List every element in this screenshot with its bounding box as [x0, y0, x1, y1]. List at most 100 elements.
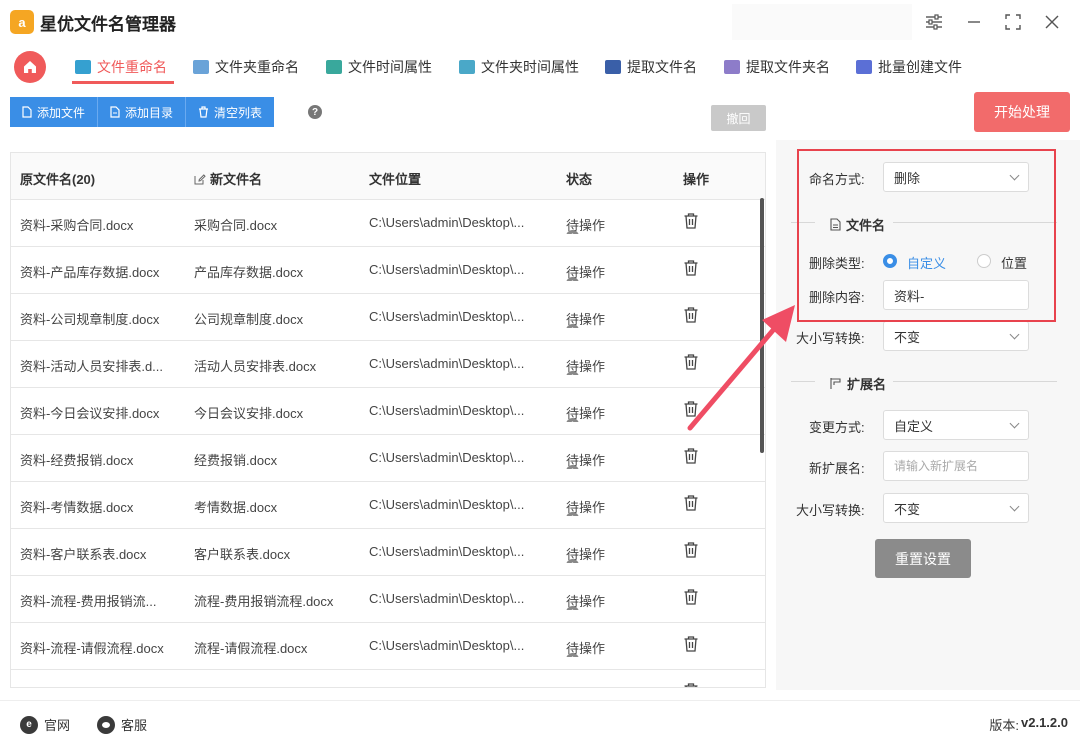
delete-row-button[interactable]	[683, 588, 699, 609]
extension-case-select[interactable]: 不变	[883, 493, 1029, 523]
table-row[interactable]: 资料-产品库存数据.docx 产品库存数据.docx C:\Users\admin\…	[11, 247, 765, 294]
table-body: 资料-采购合同.docx 采购合同.docx C:\Users\admin\Desk…	[11, 200, 765, 687]
original-filename: 资料-公司规章制度.docx	[20, 312, 160, 327]
footer: e 官网 客服 版本: v2.1.2.0	[0, 700, 1080, 746]
delete-row-button[interactable]	[683, 541, 699, 562]
trash-icon	[684, 448, 698, 464]
tab-file-time[interactable]: 文件时间属性	[326, 54, 432, 80]
delete-row-button[interactable]	[683, 682, 699, 687]
header-action: 操作	[683, 172, 710, 187]
tab-label: 提取文件名	[627, 59, 697, 75]
new-filename: 产品库存数据.docx	[194, 265, 304, 280]
new-filename: 客户联系表.docx	[194, 547, 291, 562]
original-filename: 资料-今日会议安排.docx	[20, 406, 160, 421]
add-directory-button[interactable]: 添加目录	[98, 97, 187, 127]
trash-icon	[684, 213, 698, 229]
header-original-name[interactable]: 原文件名(20)	[20, 169, 180, 188]
file-location: C:\Users\admin\Desktop\...	[369, 215, 525, 230]
original-filename: 资料-活动人员安排表.d...	[20, 359, 164, 374]
tab-batch-create[interactable]: 批量创建文件	[856, 54, 962, 80]
status-cell: i待操作	[566, 262, 605, 281]
close-icon[interactable]	[1040, 10, 1064, 34]
tab-folder-time[interactable]: 文件夹时间属性	[459, 54, 579, 80]
original-filename: 资料-产品库存数据.docx	[20, 265, 160, 280]
status-cell: i待操作	[566, 215, 605, 234]
reset-settings-button[interactable]: 重置设置	[875, 539, 971, 578]
change-mode-label: 变更方式:	[809, 420, 865, 435]
version-info: 版本: v2.1.2.0	[989, 715, 1068, 734]
home-button[interactable]	[14, 51, 46, 83]
original-filename: 资料-流程-费用报销流...	[20, 594, 157, 609]
support-link[interactable]: 客服	[97, 715, 147, 734]
maximize-icon[interactable]	[1001, 10, 1025, 34]
version-value: v2.1.2.0	[1021, 715, 1068, 730]
file-location: C:\Users\admin\Desktop\...	[369, 497, 525, 512]
delete-row-button[interactable]	[683, 635, 699, 656]
delete-row-button[interactable]	[683, 259, 699, 280]
file-location: C:\Users\admin\Desktop\...	[369, 591, 525, 606]
add-file-label: 添加文件	[37, 105, 86, 120]
header-new-name[interactable]: 新文件名	[194, 169, 354, 188]
tab-file-rename[interactable]: 文件重命名	[75, 54, 167, 80]
table-row[interactable]: 资料-流程-请假流程.docx 流程-请假流程.docx C:\Users\admi…	[11, 623, 765, 670]
tab-extract-foldername[interactable]: 提取文件夹名	[724, 54, 830, 80]
app-logo-icon: a	[10, 10, 34, 34]
tab-label: 批量创建文件	[878, 59, 962, 75]
table-header: 原文件名(20) 新文件名 文件位置 状态 操作	[11, 153, 765, 200]
minimize-icon[interactable]	[962, 10, 986, 34]
table-row[interactable]: 资料-公司规章制度.docx 公司规章制度.docx C:\Users\admin\…	[11, 294, 765, 341]
new-extension-label: 新扩展名:	[809, 461, 865, 476]
tab-label: 文件重命名	[97, 59, 167, 75]
table-row[interactable]: 资料-今日会议安排.docx 今日会议安排.docx C:\Users\admin\…	[11, 388, 765, 435]
settings-sliders-icon[interactable]	[922, 10, 946, 34]
trash-icon	[684, 495, 698, 511]
table-row[interactable]: 资料-采购合同.docx 采购合同.docx C:\Users\admin\Desk…	[11, 200, 765, 247]
folder-rename-icon	[193, 60, 209, 74]
extension-case-label: 大小写转换:	[796, 503, 865, 518]
delete-row-button[interactable]	[683, 212, 699, 233]
change-mode-select[interactable]: 自定义	[883, 410, 1029, 440]
clear-list-button[interactable]: 清空列表	[186, 97, 275, 127]
help-icon[interactable]: ?	[308, 105, 322, 119]
table-row[interactable]: 资料-经费报销.docx 经费报销.docx C:\Users\admin\Desk…	[11, 435, 765, 482]
new-filename: 流程-请假流程.docx	[194, 641, 308, 656]
new-extension-input[interactable]	[883, 451, 1029, 481]
version-label: 版本:	[989, 718, 1019, 733]
trash-icon	[199, 106, 209, 118]
website-icon: e	[20, 715, 38, 734]
extract-filename-icon	[605, 60, 621, 74]
undo-button[interactable]: 撤回	[711, 105, 766, 131]
status-cell: i待操作	[566, 497, 605, 516]
original-filename: 资料-客户联系表.docx	[20, 547, 147, 562]
add-file-button[interactable]: 添加文件	[10, 97, 99, 127]
tab-label: 文件夹重命名	[215, 59, 299, 75]
title-bar: a 星优文件名管理器	[0, 0, 1080, 44]
website-link[interactable]: e 官网	[20, 715, 70, 734]
header-new-name-label: 新文件名	[210, 172, 263, 187]
section-divider	[893, 381, 1057, 382]
chevron-down-icon	[1009, 501, 1020, 511]
table-row[interactable]: 资料-客户联系表.docx 客户联系表.docx C:\Users\admin\De…	[11, 529, 765, 576]
tab-extract-filename[interactable]: 提取文件名	[605, 54, 697, 80]
chevron-down-icon	[1009, 329, 1020, 339]
case-conversion-select[interactable]: 不变	[883, 321, 1029, 351]
extension-case-value: 不变	[894, 501, 921, 517]
tab-folder-rename[interactable]: 文件夹重命名	[193, 54, 299, 80]
status-cell: i待操作	[566, 544, 605, 563]
table-row[interactable]: 资料-考情数据.docx 考情数据.docx C:\Users\admin\Desk…	[11, 482, 765, 529]
file-location: C:\Users\admin\Desktop\...	[369, 638, 525, 653]
original-filename: 资料-流程-请假流程.docx	[20, 641, 164, 656]
folder-time-icon	[459, 60, 475, 74]
table-row[interactable]	[11, 670, 765, 687]
status-cell: i待操作	[566, 638, 605, 657]
delete-row-button[interactable]	[683, 494, 699, 515]
chat-icon	[97, 715, 115, 734]
tab-bar: 文件重命名 文件夹重命名 文件时间属性 文件夹时间属性 提取文件名 提取文件夹名…	[0, 44, 1080, 88]
start-process-button[interactable]: 开始处理	[974, 92, 1070, 132]
home-icon	[24, 61, 36, 73]
file-location: C:\Users\admin\Desktop\...	[369, 262, 525, 277]
status-cell: i待操作	[566, 450, 605, 469]
table-row[interactable]: 资料-活动人员安排表.d... 活动人员安排表.docx C:\Users\admi…	[11, 341, 765, 388]
table-row[interactable]: 资料-流程-费用报销流... 流程-费用报销流程.docx C:\Users\adm…	[11, 576, 765, 623]
delete-row-button[interactable]	[683, 447, 699, 468]
